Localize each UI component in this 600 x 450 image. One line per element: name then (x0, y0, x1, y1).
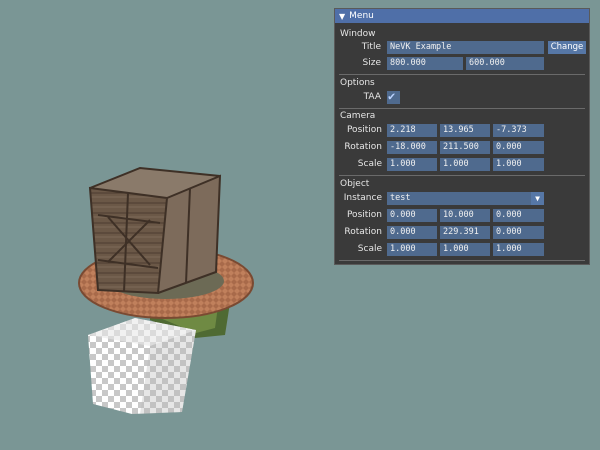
camera-position-label: Position (346, 125, 382, 135)
separator (339, 74, 585, 75)
object-scale-z[interactable]: 1.000 (493, 243, 544, 256)
object-rotation-x[interactable]: 0.000 (387, 226, 437, 239)
window-title-label: Title (361, 42, 381, 52)
object-position-label: Position (346, 210, 382, 220)
object-rotation-z[interactable]: 0.000 (493, 226, 544, 239)
object-scale-x[interactable]: 1.000 (387, 243, 437, 256)
camera-position-x[interactable]: 2.218 (387, 124, 437, 137)
instance-select[interactable]: test (387, 192, 531, 205)
checkmark-icon: ✔ (388, 89, 396, 103)
window-width-input[interactable]: 800.000 (387, 57, 463, 70)
menu-title-label: Menu (349, 11, 374, 21)
settings-menu-panel[interactable]: ▼ Menu Window Title NeVK Example Change … (334, 8, 590, 265)
separator (339, 108, 585, 109)
separator (339, 175, 585, 176)
object-position-z[interactable]: 0.000 (493, 209, 544, 222)
window-title-input[interactable]: NeVK Example (387, 41, 544, 54)
camera-rotation-z[interactable]: 0.000 (493, 141, 544, 154)
camera-position-z[interactable]: -7.373 (493, 124, 544, 137)
object-scale-y[interactable]: 1.000 (440, 243, 490, 256)
object-rotation-label: Rotation (344, 227, 382, 237)
object-position-x[interactable]: 0.000 (387, 209, 437, 222)
object-rotation-y[interactable]: 229.391 (440, 226, 490, 239)
change-button[interactable]: Change (548, 41, 586, 54)
camera-scale-z[interactable]: 1.000 (493, 158, 544, 171)
section-camera: Camera (340, 111, 376, 121)
object-position-y[interactable]: 10.000 (440, 209, 490, 222)
separator (339, 260, 585, 261)
object-scale-label: Scale (357, 244, 382, 254)
window-height-input[interactable]: 600.000 (466, 57, 544, 70)
taa-checkbox[interactable]: ✔ (387, 89, 400, 104)
section-options: Options (340, 78, 375, 88)
section-window: Window (340, 29, 376, 39)
camera-rotation-y[interactable]: 211.500 (440, 141, 490, 154)
camera-rotation-x[interactable]: -18.000 (387, 141, 437, 154)
menu-title-bar[interactable]: ▼ Menu (335, 9, 589, 23)
section-object: Object (340, 179, 370, 189)
dropdown-arrow-icon[interactable]: ▼ (531, 192, 544, 205)
checker-cube (88, 318, 196, 414)
taa-label: TAA (363, 92, 381, 102)
window-size-label: Size (362, 58, 381, 68)
triangle-down-icon[interactable]: ▼ (339, 12, 345, 21)
camera-position-y[interactable]: 13.965 (440, 124, 490, 137)
camera-rotation-label: Rotation (344, 142, 382, 152)
camera-scale-label: Scale (357, 159, 382, 169)
wooden-crate (88, 166, 222, 295)
camera-scale-y[interactable]: 1.000 (440, 158, 490, 171)
camera-scale-x[interactable]: 1.000 (387, 158, 437, 171)
instance-label: Instance (343, 193, 382, 203)
